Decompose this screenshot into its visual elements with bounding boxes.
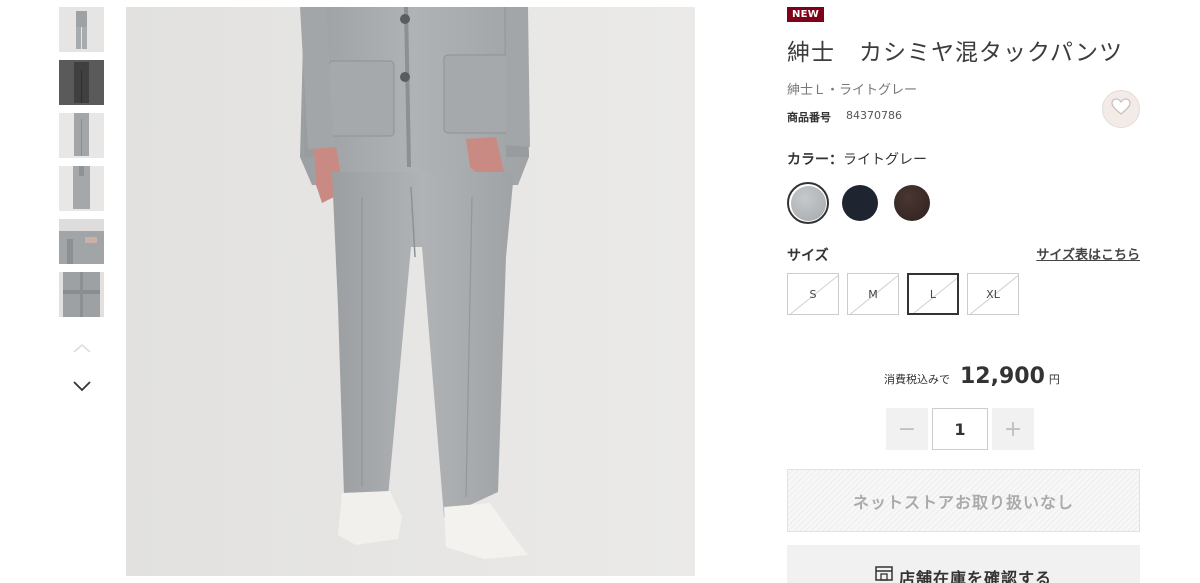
swatch-navy[interactable] [839, 182, 881, 224]
chevron-down-icon[interactable] [71, 378, 93, 394]
size-option-label: S [809, 287, 817, 301]
thumbnail-6[interactable] [59, 272, 104, 317]
size-option-s[interactable]: S [787, 273, 839, 315]
size-option-xl[interactable]: XL [967, 273, 1019, 315]
main-product-image[interactable] [126, 7, 695, 576]
price-row: 消費税込みで 12,900 円 [884, 364, 1060, 389]
add-to-cart-button-disabled: ネットストアお取り扱いなし [787, 469, 1140, 532]
size-label: サイズ [787, 248, 829, 264]
color-swatches [787, 182, 933, 224]
size-option-l[interactable]: L [907, 273, 959, 315]
heart-icon [1111, 98, 1131, 120]
store-icon [875, 565, 893, 581]
color-label: カラー： [787, 152, 843, 168]
quantity-decrease-button[interactable]: − [886, 408, 928, 450]
quantity-input[interactable]: 1 [932, 408, 988, 450]
size-option-m[interactable]: M [847, 273, 899, 315]
product-title: 紳士 カシミヤ混タックパンツ [787, 40, 1123, 66]
thumbnail-list [59, 7, 104, 325]
thumbnail-1[interactable] [59, 7, 104, 52]
color-selection-label: カラー：ライトグレー [787, 149, 927, 169]
new-badge: NEW [787, 7, 825, 22]
favorite-button[interactable] [1102, 90, 1140, 128]
quantity-increase-button[interactable]: + [992, 408, 1034, 450]
swatch-dark-brown[interactable] [891, 182, 933, 224]
size-option-label: L [929, 287, 937, 301]
size-guide-link[interactable]: サイズ表はこちら [1036, 244, 1140, 263]
product-number-label: 商品番号 [787, 111, 831, 124]
check-store-stock-label: 店舗在庫を確認する [898, 569, 1052, 583]
product-number-value: 84370786 [846, 109, 902, 122]
thumbnail-4[interactable] [59, 166, 104, 211]
price-tax-note: 消費税込みで [884, 373, 950, 386]
color-value: ライトグレー [843, 152, 927, 168]
swatch-light-gray[interactable] [787, 182, 829, 224]
thumbnail-2[interactable] [59, 60, 104, 105]
quantity-stepper: − 1 + [886, 408, 1034, 450]
check-store-stock-button[interactable]: 店舗在庫を確認する [787, 545, 1140, 583]
product-subtitle: 紳士Ｌ・ライトグレー [787, 83, 918, 98]
size-options: S M L XL [787, 273, 1019, 315]
thumbnail-3[interactable] [59, 113, 104, 158]
thumbnail-5[interactable] [59, 219, 104, 264]
price-value: 12,900 [960, 364, 1045, 389]
size-option-label: XL [986, 287, 1000, 301]
size-option-label: M [868, 287, 878, 301]
chevron-up-icon [71, 340, 93, 354]
price-unit: 円 [1048, 373, 1060, 386]
